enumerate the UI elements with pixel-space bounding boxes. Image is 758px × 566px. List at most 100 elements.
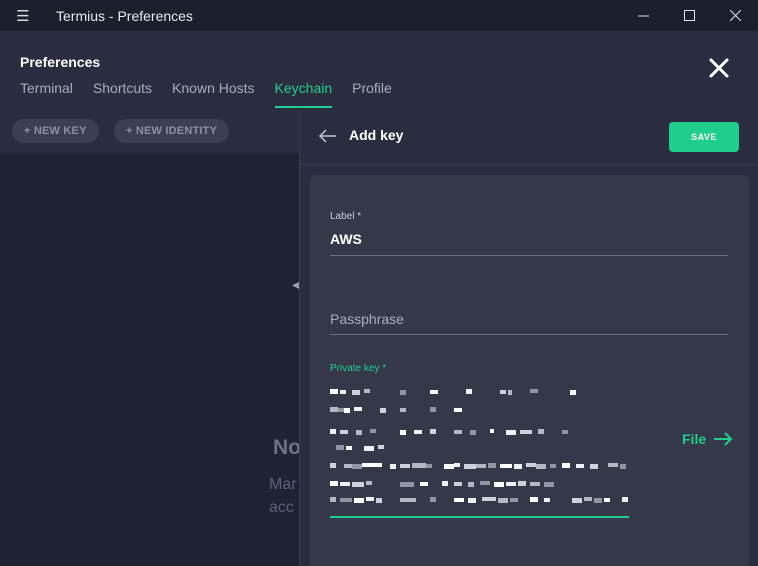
redacted-key-block [356, 430, 362, 435]
redacted-key-block [336, 445, 344, 450]
redacted-key-block [330, 429, 336, 434]
redacted-key-block [562, 430, 568, 434]
redacted-key-block [340, 498, 352, 502]
redacted-key-block [476, 464, 486, 468]
redacted-key-block [454, 498, 464, 502]
redacted-key-block [442, 481, 448, 486]
add-key-title: Add key [349, 127, 404, 143]
redacted-key-block [400, 430, 406, 435]
redacted-key-block [340, 430, 348, 434]
redacted-key-block [488, 463, 496, 468]
label-field[interactable]: Label * AWS [330, 211, 728, 256]
redacted-key-block [470, 430, 476, 435]
redacted-key-block [430, 429, 436, 434]
redacted-key-block [508, 390, 512, 395]
private-key-label: Private key * [330, 363, 387, 374]
redacted-key-block [366, 481, 372, 485]
file-label: File [682, 431, 707, 447]
private-key-input[interactable] [330, 385, 630, 515]
redacted-key-block [352, 482, 364, 487]
redacted-key-block [352, 390, 360, 395]
redacted-key-block [590, 464, 598, 469]
minimize-icon[interactable] [620, 0, 666, 31]
maximize-icon[interactable] [666, 0, 712, 31]
redacted-key-block [414, 430, 422, 434]
keychain-toolbar: + NEW KEY + NEW IDENTITY [0, 109, 299, 153]
redacted-key-block [430, 497, 436, 502]
empty-state-line-1: Mar [269, 476, 297, 493]
file-button[interactable]: File [682, 431, 733, 447]
redacted-key-block [430, 407, 436, 412]
redacted-key-block [620, 464, 626, 469]
passphrase-input[interactable]: Passphrase [330, 311, 728, 327]
window-title: Termius - Preferences [56, 7, 193, 24]
back-arrow-icon[interactable] [318, 128, 338, 144]
redacted-key-block [400, 408, 406, 412]
redacted-key-block [572, 498, 582, 503]
tab-keychain[interactable]: Keychain [274, 80, 332, 108]
redacted-key-content [330, 389, 628, 503]
hamburger-icon[interactable]: ☰ [0, 0, 46, 31]
save-button[interactable]: SAVE [669, 122, 739, 152]
redacted-key-block [354, 407, 362, 411]
redacted-key-block [420, 482, 428, 486]
close-icon[interactable] [712, 0, 758, 31]
redacted-key-block [506, 482, 516, 486]
redacted-key-block [344, 408, 350, 413]
redacted-key-block [330, 481, 338, 486]
redacted-key-block [400, 498, 416, 502]
redacted-key-block [340, 482, 350, 486]
redacted-key-block [500, 464, 512, 468]
redacted-key-block [562, 463, 570, 468]
redacted-key-block [354, 498, 364, 503]
label-field-label: Label * [330, 211, 362, 222]
close-preferences-icon[interactable] [706, 55, 732, 81]
redacted-key-block [550, 464, 556, 468]
label-input[interactable]: AWS [330, 231, 728, 247]
redacted-key-block [340, 390, 346, 394]
redacted-key-block [498, 498, 508, 503]
redacted-key-block [530, 497, 538, 502]
redacted-key-block [366, 497, 374, 501]
redacted-key-block [500, 390, 506, 394]
preferences-tabs: Terminal Shortcuts Known Hosts Keychain … [20, 80, 412, 108]
redacted-key-block [346, 446, 352, 450]
redacted-key-block [454, 482, 462, 486]
redacted-key-block [482, 497, 496, 501]
tab-terminal[interactable]: Terminal [20, 80, 73, 108]
redacted-key-block [344, 464, 352, 468]
redacted-key-block [530, 389, 538, 393]
add-key-header: Add key SAVE [300, 109, 758, 165]
title-bar: ☰ Termius - Preferences [0, 0, 758, 31]
tab-shortcuts[interactable]: Shortcuts [93, 80, 152, 108]
redacted-key-block [494, 482, 504, 487]
redacted-key-block [364, 446, 374, 451]
redacted-key-block [544, 498, 550, 502]
redacted-key-block [390, 464, 396, 469]
redacted-key-block [376, 498, 382, 503]
redacted-key-block [464, 464, 476, 469]
redacted-key-block [330, 497, 336, 502]
tab-known-hosts[interactable]: Known Hosts [172, 80, 254, 108]
empty-state-line-2: acc [269, 499, 294, 516]
passphrase-field[interactable]: Passphrase [330, 311, 728, 335]
redacted-key-block [412, 463, 426, 468]
private-key-label-wrap: Private key * [330, 363, 728, 374]
page-title: Preferences [20, 54, 101, 70]
redacted-key-block [364, 389, 370, 393]
redacted-key-block [400, 390, 406, 395]
redacted-key-block [330, 389, 338, 394]
redacted-key-block [538, 429, 544, 434]
tab-profile[interactable]: Profile [352, 80, 392, 108]
redacted-key-block [604, 498, 610, 502]
redacted-key-block [570, 390, 576, 395]
redacted-key-block [520, 430, 532, 434]
redacted-key-block [622, 497, 628, 502]
redacted-key-block [454, 408, 462, 412]
redacted-key-block [576, 464, 584, 468]
redacted-key-block [490, 429, 494, 433]
new-key-button[interactable]: + NEW KEY [12, 119, 99, 143]
window-controls [620, 0, 758, 31]
redacted-key-block [454, 430, 462, 434]
new-identity-button[interactable]: + NEW IDENTITY [114, 119, 230, 143]
